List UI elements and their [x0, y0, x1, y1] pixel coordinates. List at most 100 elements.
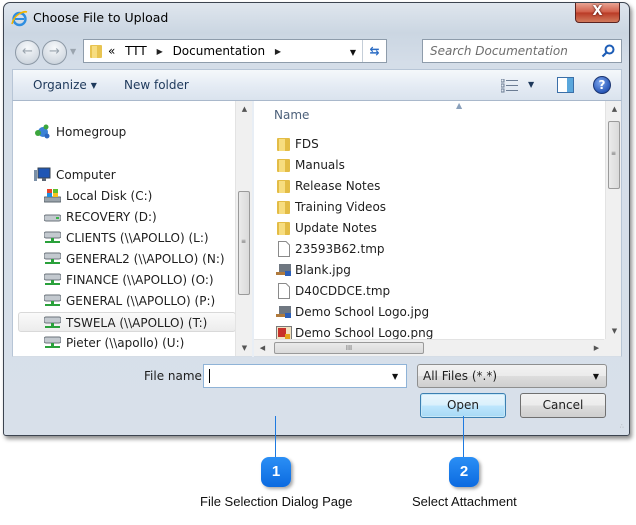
- network-drive-icon: [44, 273, 61, 285]
- scroll-left-icon[interactable]: ◀: [254, 340, 271, 356]
- window-title: Choose File to Upload: [33, 10, 169, 25]
- change-view-icon[interactable]: [501, 79, 519, 93]
- file-item-23593b62-tmp[interactable]: 23593B62.tmp: [274, 239, 594, 259]
- search-icon[interactable]: [601, 44, 615, 58]
- file-list-vertical-scrollbar[interactable]: ▲ ≡ ▼: [605, 101, 621, 340]
- scroll-right-icon[interactable]: ▶: [588, 340, 605, 356]
- command-toolbar: Organize ▼ New folder ▼ ?: [12, 69, 622, 101]
- breadcrumb-item-documentation[interactable]: Documentation: [173, 44, 266, 58]
- open-button[interactable]: Open: [420, 393, 506, 418]
- search-input[interactable]: Search Documentation: [422, 39, 622, 63]
- sidebar-item-tswela-t[interactable]: TSWELA (\\APOLLO) (T:): [18, 312, 236, 332]
- homegroup-icon: [35, 124, 50, 139]
- network-drive-icon: [44, 231, 61, 243]
- sidebar-item-homegroup[interactable]: Homegroup: [13, 122, 235, 142]
- file-item-release-notes[interactable]: Release Notes: [274, 176, 594, 196]
- file-name: D40CDDCE.tmp: [295, 284, 391, 298]
- file-list-horizontal-scrollbar[interactable]: ◀ III ▶: [254, 339, 605, 356]
- scrollbar-thumb[interactable]: III: [274, 342, 424, 354]
- sidebar-item-general-p[interactable]: GENERAL (\\APOLLO) (P:): [13, 291, 235, 311]
- preview-pane-icon[interactable]: [557, 77, 574, 93]
- sidebar-item-label: RECOVERY (D:): [66, 210, 157, 224]
- scrollbar-thumb[interactable]: ≡: [608, 121, 620, 189]
- network-drive-icon: [44, 336, 61, 348]
- folder-icon: [277, 180, 290, 193]
- file-name-input[interactable]: [203, 364, 407, 388]
- breadcrumb-overflow[interactable]: «: [108, 44, 115, 58]
- file-list-pane: ▲ Name FDS Manuals Release Notes Trainin…: [254, 101, 622, 357]
- file-upload-dialog: Choose File to Upload X ← → ▼ « TTT ▶ Do…: [3, 2, 630, 436]
- navigation-pane: Homegroup Computer Local Disk (C:) RECOV…: [12, 101, 252, 357]
- breadcrumb-item-ttt[interactable]: TTT: [125, 44, 147, 58]
- file-name: Release Notes: [295, 179, 381, 193]
- close-button[interactable]: X: [575, 3, 620, 23]
- sidebar-item-finance-o[interactable]: FINANCE (\\APOLLO) (O:): [13, 270, 235, 290]
- callout-1-label: File Selection Dialog Page: [200, 494, 353, 509]
- cancel-button[interactable]: Cancel: [520, 393, 606, 418]
- file-item-demo-school-logo-jpg[interactable]: Demo School Logo.jpg: [274, 302, 594, 322]
- callout-1-badge: 1: [261, 457, 291, 487]
- scroll-down-icon[interactable]: ▼: [606, 323, 621, 340]
- column-header-name[interactable]: Name: [274, 108, 309, 122]
- file-name-history-dropdown-icon[interactable]: ▼: [392, 372, 398, 381]
- blank-file-icon: [278, 241, 290, 257]
- sidebar-item-recovery-d[interactable]: RECOVERY (D:): [13, 207, 235, 227]
- file-name: Update Notes: [295, 221, 377, 235]
- grip-icon: ≡: [241, 238, 247, 245]
- organize-menu-button[interactable]: Organize ▼: [33, 78, 97, 92]
- file-item-blank-jpg[interactable]: Blank.jpg: [274, 260, 594, 280]
- callout-2-label: Select Attachment: [412, 494, 517, 509]
- sidebar-item-pieter-u[interactable]: Pieter (\\apollo) (U:): [13, 333, 235, 353]
- help-icon[interactable]: ?: [593, 76, 611, 94]
- folder-icon: [277, 159, 290, 172]
- organize-label: Organize: [33, 78, 87, 92]
- sidebar-item-label: FINANCE (\\APOLLO) (O:): [66, 273, 214, 287]
- folder-icon: [277, 138, 290, 151]
- blank-file-icon: [278, 283, 290, 299]
- scroll-up-icon[interactable]: ▲: [606, 101, 621, 118]
- folder-icon: [90, 45, 102, 58]
- sidebar-item-computer[interactable]: Computer: [13, 165, 235, 185]
- address-bar[interactable]: « TTT ▶ Documentation ▶ ▼ ⇆: [83, 39, 387, 63]
- sidebar-item-general2-n[interactable]: GENERAL2 (\\APOLLO) (N:): [13, 249, 235, 269]
- sidebar-item-clients-l[interactable]: CLIENTS (\\APOLLO) (L:): [13, 228, 235, 248]
- title-bar: Choose File to Upload X: [4, 3, 629, 33]
- grip-icon: ≡: [611, 150, 617, 157]
- breadcrumb-separator-icon[interactable]: ▶: [275, 47, 281, 56]
- view-options-dropdown-icon[interactable]: ▼: [528, 80, 534, 89]
- callout-1-connector: [275, 416, 276, 458]
- callout-2-connector: [463, 416, 464, 458]
- search-placeholder: Search Documentation: [430, 44, 568, 58]
- sort-ascending-icon: ▲: [456, 101, 463, 110]
- forward-button[interactable]: →: [42, 40, 67, 65]
- image-file-icon: [276, 306, 291, 318]
- file-name: Training Videos: [295, 200, 387, 214]
- file-item-d40cddce-tmp[interactable]: D40CDDCE.tmp: [274, 281, 594, 301]
- resize-grip-icon[interactable]: ∴: [620, 424, 624, 430]
- scroll-up-icon[interactable]: ▲: [236, 101, 252, 118]
- sidebar-item-label: Local Disk (C:): [66, 189, 153, 203]
- file-item-training-videos[interactable]: Training Videos: [274, 197, 594, 217]
- file-item-manuals[interactable]: Manuals: [274, 155, 594, 175]
- sidebar-item-label: Computer: [56, 168, 116, 182]
- internet-explorer-icon: [11, 11, 28, 27]
- address-history-dropdown-icon[interactable]: ▼: [350, 48, 356, 57]
- callout-2-badge: 2: [449, 457, 479, 487]
- network-drive-icon: [44, 252, 61, 264]
- navigation-pane-scrollbar[interactable]: ▲ ≡ ▼: [235, 101, 252, 356]
- refresh-button[interactable]: ⇆: [362, 40, 386, 62]
- file-item-fds[interactable]: FDS: [274, 134, 594, 154]
- file-type-value: All Files (*.*): [423, 369, 498, 383]
- scrollbar-thumb[interactable]: ≡: [238, 191, 250, 295]
- new-folder-button[interactable]: New folder: [124, 78, 189, 92]
- file-name: Demo School Logo.png: [295, 326, 434, 340]
- sidebar-item-local-disk-c[interactable]: Local Disk (C:): [13, 186, 235, 206]
- chevron-down-icon: ▼: [90, 81, 97, 90]
- breadcrumb-separator-icon[interactable]: ▶: [157, 47, 163, 56]
- scroll-down-icon[interactable]: ▼: [236, 340, 252, 356]
- back-button[interactable]: ←: [15, 40, 40, 65]
- recent-pages-dropdown-icon[interactable]: ▼: [70, 47, 80, 57]
- file-type-select[interactable]: All Files (*.*) ▼: [417, 364, 607, 388]
- sidebar-item-label: TSWELA (\\APOLLO) (T:): [66, 316, 208, 330]
- file-item-update-notes[interactable]: Update Notes: [274, 218, 594, 238]
